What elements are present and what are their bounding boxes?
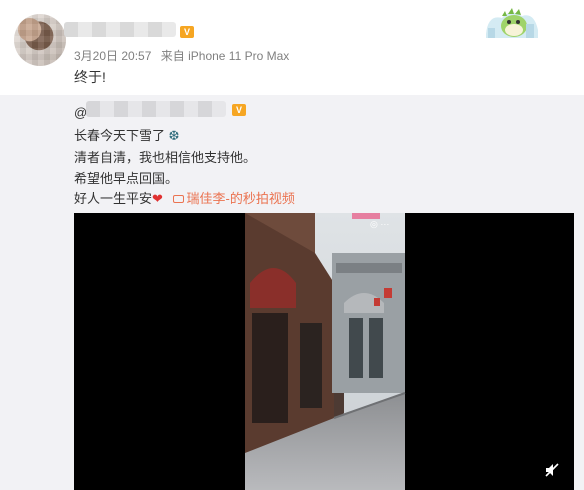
dinosaur-sticker-icon [482, 4, 544, 42]
vip-badge-icon: V [180, 26, 194, 38]
heart-icon: ❤ [152, 191, 163, 206]
repost-vip-badge-icon: V [232, 104, 246, 116]
mute-icon[interactable] [544, 462, 560, 478]
repost-username-redacted[interactable] [86, 101, 226, 117]
video-link-icon [172, 194, 184, 203]
repost-line-1-text: 长春今天下雪了 [74, 128, 166, 143]
video-frame: ◎ ··· [74, 213, 574, 490]
snowflake-icon: ❆ [168, 128, 180, 143]
street-scene: ◎ ··· [245, 213, 406, 490]
repost-line-2: 清者自清，我也相信他支持他。 [74, 150, 257, 165]
post-date[interactable]: 3月20日 20:57 [74, 49, 151, 63]
username-redacted[interactable] [64, 22, 176, 37]
source-prefix: 来自 [160, 49, 185, 63]
post-text: 终于! [74, 69, 106, 85]
post-meta: 3月20日 20:57 来自 iPhone 11 Pro Max [74, 47, 289, 64]
video-link-label[interactable]: 瑞佳李-的秒拍视频 [187, 191, 295, 206]
svg-text:◎ ···: ◎ ··· [370, 219, 389, 229]
repost-line-1: 长春今天下雪了 ❆ [74, 125, 180, 144]
source-device[interactable]: iPhone 11 Pro Max [188, 49, 289, 63]
video-link[interactable]: 瑞佳李-的秒拍视频 [172, 191, 295, 206]
repost-line-3: 希望他早点回国。 [74, 171, 179, 186]
repost-line-4-text: 好人一生平安 [74, 191, 153, 206]
video-player[interactable]: ◎ ··· [74, 213, 574, 490]
avatar[interactable] [14, 14, 66, 66]
repost-line-4: 好人一生平安❤ 瑞佳李-的秒拍视频 [74, 188, 295, 207]
